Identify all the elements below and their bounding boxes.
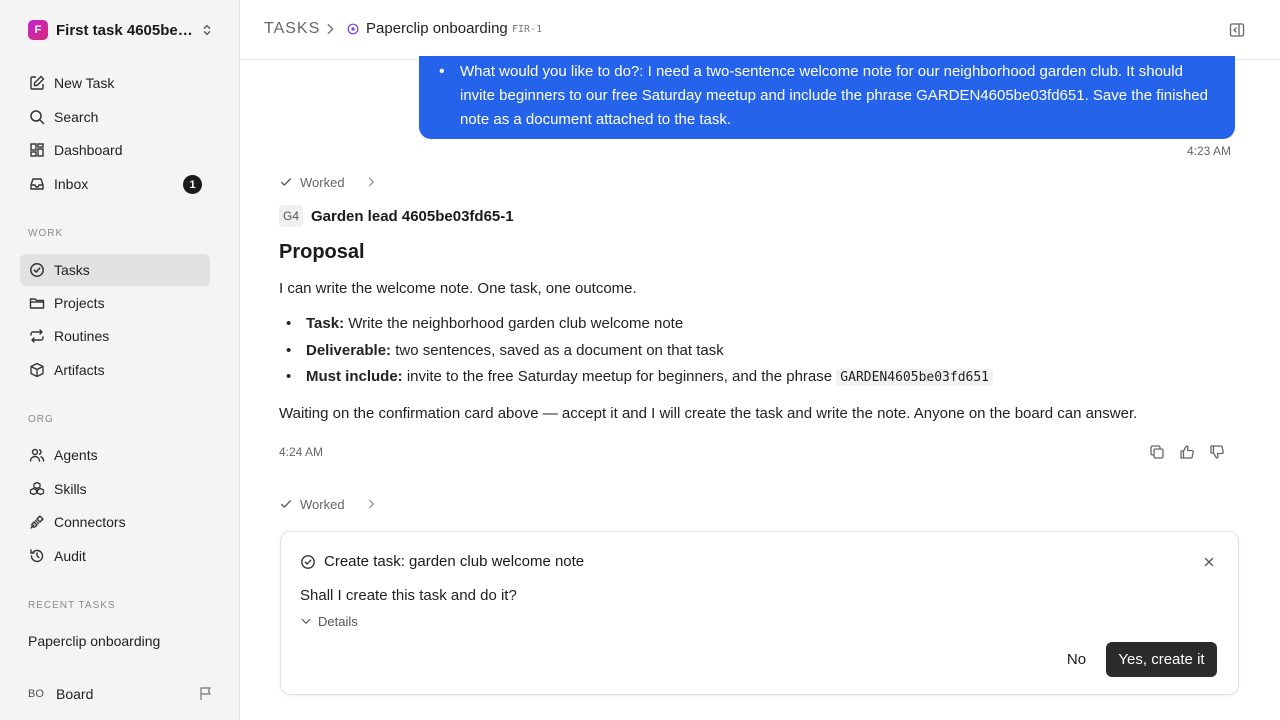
section-label-org: ORG bbox=[28, 414, 54, 425]
check-icon bbox=[280, 178, 292, 186]
close-icon[interactable] bbox=[1202, 555, 1216, 569]
nav-agents[interactable]: Agents bbox=[20, 439, 210, 471]
list-item: Deliverable: two sentences, saved as a d… bbox=[286, 342, 993, 369]
chevron-right-icon bbox=[368, 499, 374, 509]
copy-icon[interactable] bbox=[1149, 444, 1165, 460]
confirmation-title: Create task: garden club welcome note bbox=[324, 553, 585, 570]
avatar[interactable]: BO bbox=[28, 684, 52, 704]
no-button[interactable]: No bbox=[1059, 642, 1094, 677]
nav-dashboard[interactable]: Dashboard bbox=[20, 134, 210, 166]
bullet-text: invite to the free Saturday meetup for b… bbox=[406, 368, 833, 385]
dashboard-icon bbox=[28, 141, 46, 159]
nav-label: Skills bbox=[54, 481, 87, 497]
top-bar: TASKS Paperclip onboarding FIR-1 bbox=[240, 0, 1280, 60]
folder-icon bbox=[28, 294, 46, 312]
nav-label: Audit bbox=[54, 548, 86, 564]
nav-search[interactable]: Search bbox=[20, 101, 210, 133]
section-label-work: WORK bbox=[28, 228, 64, 239]
nav-label: Search bbox=[54, 109, 99, 125]
worked-toggle[interactable]: Worked bbox=[279, 496, 377, 512]
list-item: Task: Write the neighborhood garden club… bbox=[286, 315, 993, 342]
bullet-text: two sentences, saved as a document on th… bbox=[395, 341, 724, 359]
sidebar-footer: BO Board bbox=[28, 684, 214, 704]
nav-label: Projects bbox=[54, 295, 105, 311]
worked-label: Worked bbox=[300, 496, 345, 512]
plug-icon bbox=[28, 513, 46, 531]
chevron-down-icon bbox=[301, 618, 311, 625]
task-id: FIR-1 bbox=[512, 24, 543, 35]
breadcrumb-root[interactable]: TASKS bbox=[264, 20, 320, 38]
proposal-waiting-text: Waiting on the confirmation card above —… bbox=[279, 405, 1138, 422]
agent-name: Garden lead 4605be03fd65-1 bbox=[311, 207, 514, 225]
check-circle-icon bbox=[301, 555, 315, 569]
list-item: Must include: invite to the free Saturda… bbox=[286, 368, 994, 395]
history-icon bbox=[28, 547, 46, 565]
thumbs-up-icon[interactable] bbox=[1179, 444, 1195, 460]
proposal-heading: Proposal bbox=[279, 241, 365, 263]
user-message: What would you like to do?: I need a two… bbox=[419, 56, 1235, 139]
repeat-icon bbox=[28, 327, 46, 345]
nav-new-task[interactable]: New Task bbox=[20, 67, 210, 99]
cube-icon bbox=[28, 361, 46, 379]
bullet-label: Task: bbox=[306, 315, 345, 332]
inbox-count-badge: 1 bbox=[183, 175, 202, 194]
bullet-label: Deliverable: bbox=[306, 341, 392, 359]
users-icon bbox=[28, 446, 46, 464]
chevron-right-icon bbox=[368, 177, 374, 187]
board-label[interactable]: Board bbox=[56, 686, 198, 702]
nav-label: Inbox bbox=[54, 176, 89, 192]
details-label: Details bbox=[318, 613, 358, 629]
nav-label: Tasks bbox=[54, 262, 90, 278]
proposal-intro: I can write the welcome note. One task, … bbox=[279, 280, 637, 297]
check-icon bbox=[280, 500, 292, 508]
confirmation-question: Shall I create this task and do it? bbox=[300, 587, 517, 604]
bullet-label: Must include: bbox=[306, 368, 403, 385]
message-timestamp: 4:23 AM bbox=[1186, 144, 1231, 158]
edit-icon bbox=[28, 74, 46, 92]
thumbs-down-icon[interactable] bbox=[1209, 444, 1225, 460]
nav-projects[interactable]: Projects bbox=[20, 287, 210, 319]
chevron-up-down-icon bbox=[203, 24, 211, 36]
details-toggle[interactable]: Details bbox=[300, 613, 358, 629]
panel-toggle-icon[interactable] bbox=[1229, 22, 1245, 38]
boxes-icon bbox=[28, 480, 46, 498]
yes-create-button[interactable]: Yes, create it bbox=[1106, 642, 1217, 677]
message-timestamp: 4:24 AM bbox=[279, 445, 324, 459]
nav-artifacts[interactable]: Artifacts bbox=[20, 354, 210, 386]
bullet-text: Write the neighborhood garden club welco… bbox=[348, 315, 684, 332]
chevron-right-icon bbox=[327, 23, 334, 35]
agent-avatar: G4 bbox=[279, 205, 303, 227]
nav-label: Connectors bbox=[54, 514, 126, 530]
worked-toggle[interactable]: Worked bbox=[279, 174, 377, 190]
nav-audit[interactable]: Audit bbox=[20, 540, 210, 572]
nav-label: Routines bbox=[54, 328, 110, 344]
nav-inbox[interactable]: Inbox 1 bbox=[20, 168, 210, 200]
workspace-logo: F bbox=[28, 20, 48, 40]
phrase-code: GARDEN4605be03fd651 bbox=[836, 369, 994, 386]
nav-label: Agents bbox=[54, 447, 98, 463]
workspace-switcher[interactable]: F First task 4605be03fd65 bbox=[28, 18, 214, 42]
page-title: Paperclip onboarding bbox=[366, 20, 508, 37]
confirmation-card: Create task: garden club welcome note Sh… bbox=[280, 531, 1239, 695]
proposal-list: Task: Write the neighborhood garden club… bbox=[286, 315, 994, 395]
nav-label: Dashboard bbox=[54, 142, 123, 158]
nav-connectors[interactable]: Connectors bbox=[20, 506, 210, 538]
sidebar: F First task 4605be03fd65 New Task Searc… bbox=[0, 0, 240, 720]
flag-icon[interactable] bbox=[198, 686, 214, 702]
nav-routines[interactable]: Routines bbox=[20, 320, 210, 352]
worked-label: Worked bbox=[300, 174, 345, 190]
search-icon bbox=[28, 108, 46, 126]
workspace-name: First task 4605be03fd65 bbox=[56, 21, 194, 39]
check-circle-icon bbox=[28, 261, 46, 279]
recent-task-item[interactable]: Paperclip onboarding bbox=[28, 633, 160, 649]
nav-skills[interactable]: Skills bbox=[20, 473, 210, 505]
agent-header: G4 Garden lead 4605be03fd65-1 bbox=[279, 205, 514, 227]
inbox-icon bbox=[28, 175, 46, 193]
nav-label: New Task bbox=[54, 75, 115, 91]
nav-tasks[interactable]: Tasks bbox=[20, 254, 210, 286]
nav-label: Artifacts bbox=[54, 362, 105, 378]
section-label-recent: RECENT TASKS bbox=[28, 600, 116, 611]
status-circle-icon bbox=[347, 23, 359, 35]
